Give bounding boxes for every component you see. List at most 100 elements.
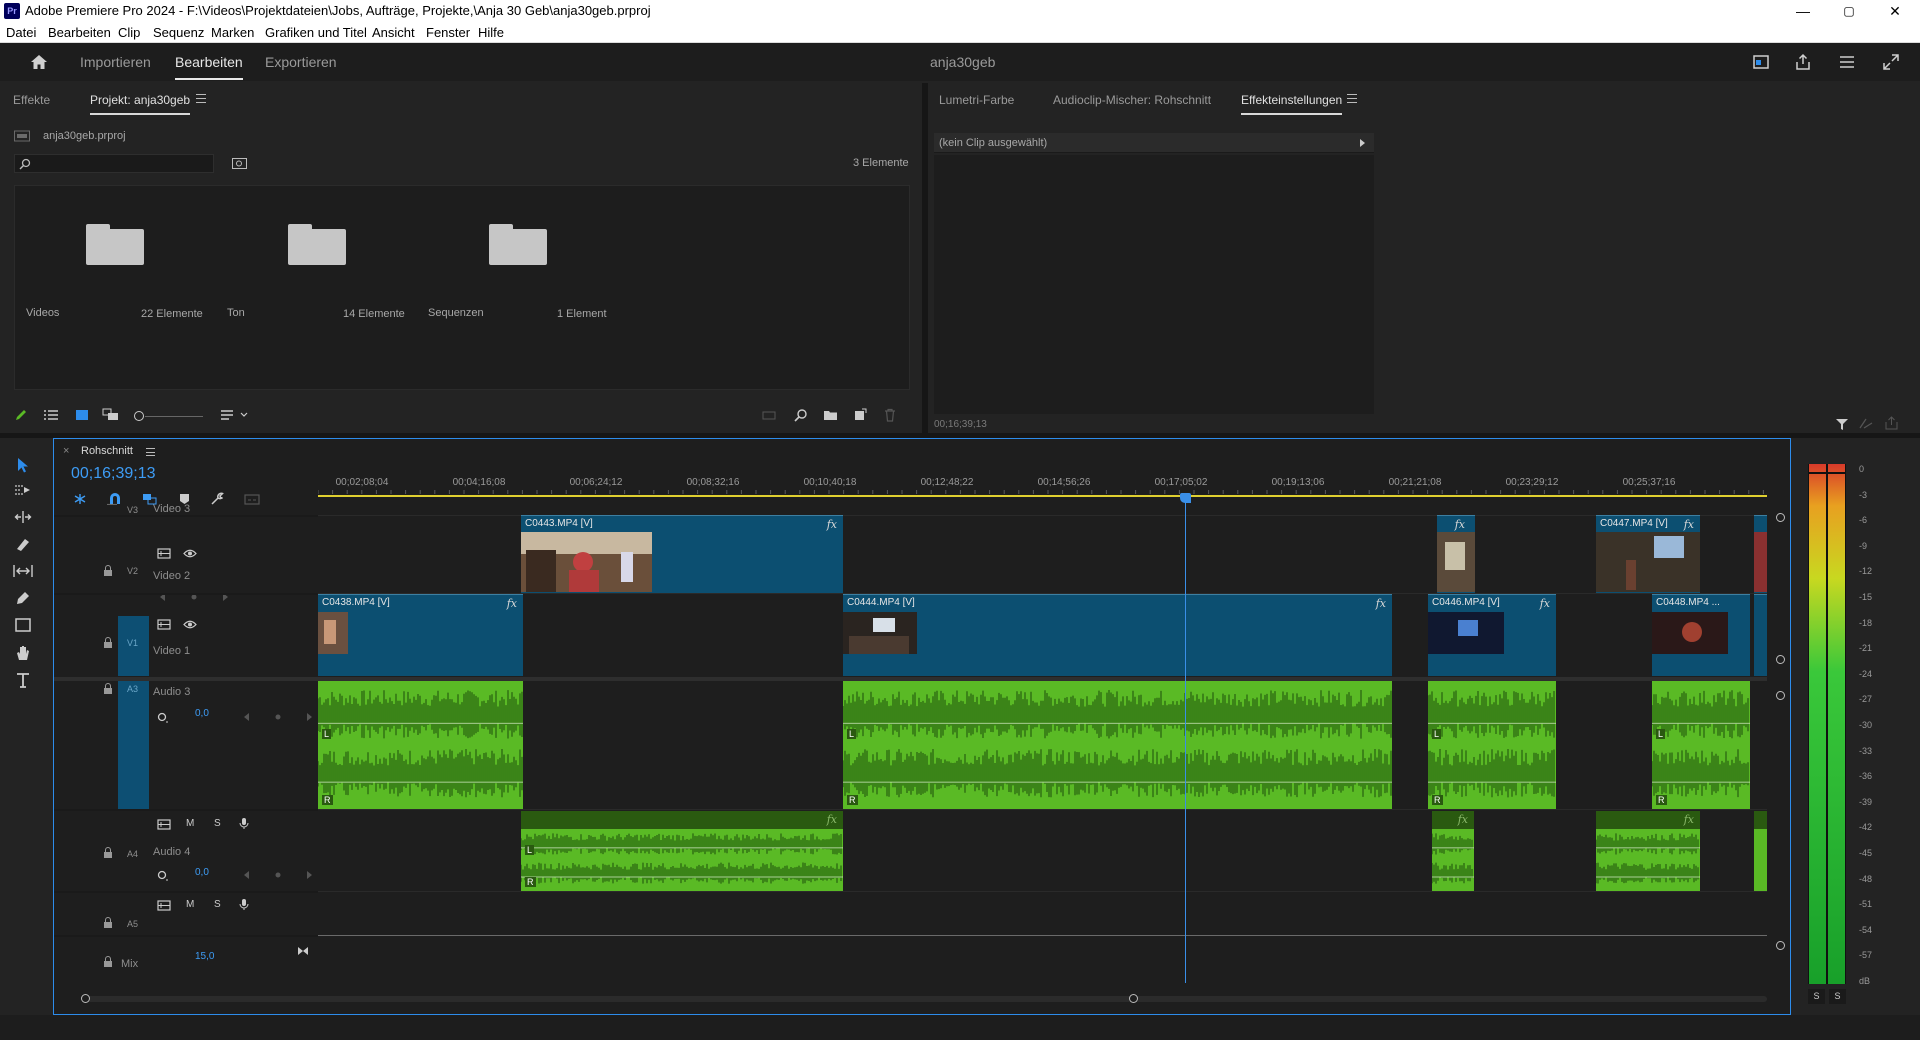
lock-icon[interactable] xyxy=(103,847,113,858)
timeline-timecode[interactable]: 00;16;39;13 xyxy=(71,465,156,483)
keyframe-nav-icon[interactable] xyxy=(243,870,313,880)
video-clip[interactable]: C0444.MP4 [V] fx xyxy=(843,594,1392,676)
track-select-tool-icon[interactable] xyxy=(14,483,32,497)
eye-icon[interactable] xyxy=(183,619,197,630)
list-view-icon[interactable] xyxy=(43,409,59,421)
share-icon[interactable] xyxy=(1794,53,1812,71)
track-collapse-icon[interactable]: — xyxy=(107,499,117,510)
scroll-end-handle[interactable] xyxy=(1129,994,1138,1003)
quick-export-icon[interactable] xyxy=(1752,53,1770,71)
vertical-zoom-handle[interactable] xyxy=(1776,941,1785,950)
track-volume-a4[interactable]: 0,0 xyxy=(195,867,209,878)
tab-effekteinstellungen[interactable]: Effekteinstellungen xyxy=(1241,93,1343,115)
microphone-icon[interactable] xyxy=(239,898,249,911)
tab-lumetri-farbe[interactable]: Lumetri-Farbe xyxy=(939,93,1014,107)
video-audio-divider[interactable] xyxy=(54,677,318,681)
menu-hilfe[interactable]: Hilfe xyxy=(478,25,504,40)
freeform-view-icon[interactable] xyxy=(102,408,120,421)
tab-effekte[interactable]: Effekte xyxy=(13,93,50,107)
new-search-bin-icon[interactable] xyxy=(232,157,247,170)
menu-marken[interactable]: Marken xyxy=(211,25,254,40)
zoom-slider-handle[interactable] xyxy=(134,411,144,421)
play-triangle-icon[interactable] xyxy=(1359,138,1366,148)
workspaces-menu-icon[interactable] xyxy=(1838,53,1856,71)
tab-audioclip-mischer[interactable]: Audioclip-Mischer: Rohschnitt xyxy=(1053,93,1211,107)
bin-name[interactable]: Videos xyxy=(26,307,59,319)
tab-importieren[interactable]: Importieren xyxy=(80,54,151,70)
fx-badge[interactable]: fx xyxy=(827,813,837,826)
video-clip[interactable] xyxy=(1754,515,1767,593)
video-clip[interactable]: C0446.MP4 [V] fx xyxy=(1428,594,1556,676)
project-search-input[interactable] xyxy=(14,154,214,173)
lock-icon[interactable] xyxy=(103,917,113,928)
audio-clip[interactable]: L R xyxy=(318,681,523,809)
audio-clip[interactable] xyxy=(1754,811,1767,891)
audio-clip[interactable]: fx xyxy=(1432,811,1474,891)
new-bin-icon[interactable] xyxy=(823,409,838,421)
audio-clip[interactable]: fx L R xyxy=(521,811,843,891)
fx-badge[interactable]: fx xyxy=(1376,597,1386,610)
video-clip[interactable]: C0447.MP4 [V] fx xyxy=(1596,515,1700,593)
bin-name[interactable]: Ton xyxy=(227,307,245,319)
fx-badge[interactable]: fx xyxy=(1540,597,1550,610)
minimize-button[interactable]: — xyxy=(1780,0,1826,22)
razor-tool-icon[interactable] xyxy=(14,536,32,552)
solo-left-button[interactable]: S xyxy=(1808,989,1825,1004)
fx-badge[interactable]: fx xyxy=(1455,518,1465,531)
solo-button-a5[interactable]: S xyxy=(214,899,221,910)
folder-icon[interactable] xyxy=(288,221,346,265)
project-panel-menu-icon[interactable] xyxy=(196,94,206,103)
vertical-zoom-handle[interactable] xyxy=(1776,513,1785,522)
source-patch-a3[interactable]: A3 xyxy=(118,681,149,809)
slip-tool-icon[interactable] xyxy=(12,564,34,578)
sequence-tab[interactable]: Rohschnitt xyxy=(81,445,133,457)
toggle-sync-lock-icon[interactable] xyxy=(157,900,171,911)
fx-badge[interactable]: fx xyxy=(1684,518,1694,531)
sort-icons-icon[interactable] xyxy=(220,409,250,421)
keyframe-nav-icon[interactable] xyxy=(243,712,313,722)
menu-fenster[interactable]: Fenster xyxy=(426,25,470,40)
video-clip[interactable]: C0448.MP4 ... xyxy=(1652,594,1750,676)
fx-badge[interactable]: fx xyxy=(507,597,517,610)
solo-button-a4[interactable]: S xyxy=(214,818,221,829)
lock-icon[interactable] xyxy=(103,683,113,694)
scroll-start-handle[interactable] xyxy=(81,994,90,1003)
menu-sequenz[interactable]: Sequenz xyxy=(153,25,204,40)
solo-right-button[interactable]: S xyxy=(1829,989,1846,1004)
vertical-zoom-handle[interactable] xyxy=(1776,691,1785,700)
volume-knob-icon[interactable] xyxy=(157,712,169,724)
track-volume-mix[interactable]: 15,0 xyxy=(195,951,214,962)
export-effect-icon[interactable] xyxy=(1884,416,1899,430)
track-id-a4[interactable]: A4 xyxy=(127,849,138,859)
timeline-menu-icon[interactable] xyxy=(146,448,155,456)
folder-icon[interactable] xyxy=(86,221,144,265)
menu-bearbeiten[interactable]: Bearbeiten xyxy=(48,25,111,40)
audio-clip[interactable]: L R xyxy=(1428,681,1556,809)
tab-bearbeiten[interactable]: Bearbeiten xyxy=(175,54,243,80)
track-id-v2[interactable]: V2 xyxy=(127,566,138,576)
vertical-zoom-handle[interactable] xyxy=(1776,655,1785,664)
tab-exportieren[interactable]: Exportieren xyxy=(265,54,337,70)
maximize-button[interactable]: ▢ xyxy=(1826,0,1872,22)
tab-projekt[interactable]: Projekt: anja30geb xyxy=(90,93,191,115)
playhead[interactable] xyxy=(1179,493,1191,983)
mute-button-a5[interactable]: M xyxy=(186,899,194,910)
bin-name[interactable]: Sequenzen xyxy=(428,307,484,319)
time-ruler[interactable]: 00;02;08;04 00;04;16;08 00;06;24;12 00;08;3… xyxy=(318,475,1767,503)
trash-icon[interactable] xyxy=(884,408,896,422)
lock-icon[interactable] xyxy=(103,956,113,967)
menu-datei[interactable]: Datei xyxy=(6,25,36,40)
find-icon[interactable] xyxy=(794,408,808,422)
source-patch-v1[interactable]: V1 xyxy=(118,616,149,676)
ripple-edit-tool-icon[interactable] xyxy=(14,510,32,524)
automate-to-sequence-icon[interactable] xyxy=(762,410,776,421)
horizontal-scrollbar[interactable] xyxy=(82,996,1767,1002)
microphone-icon[interactable] xyxy=(239,817,249,830)
close-button[interactable]: ✕ xyxy=(1872,0,1918,22)
rectangle-tool-icon[interactable] xyxy=(15,618,31,632)
audio-clip[interactable]: L R xyxy=(1652,681,1750,809)
new-item-icon[interactable] xyxy=(854,408,867,421)
audio-clip[interactable]: L R xyxy=(843,681,1392,809)
type-tool-icon[interactable] xyxy=(15,672,31,688)
mute-button-a4[interactable]: M xyxy=(186,818,194,829)
